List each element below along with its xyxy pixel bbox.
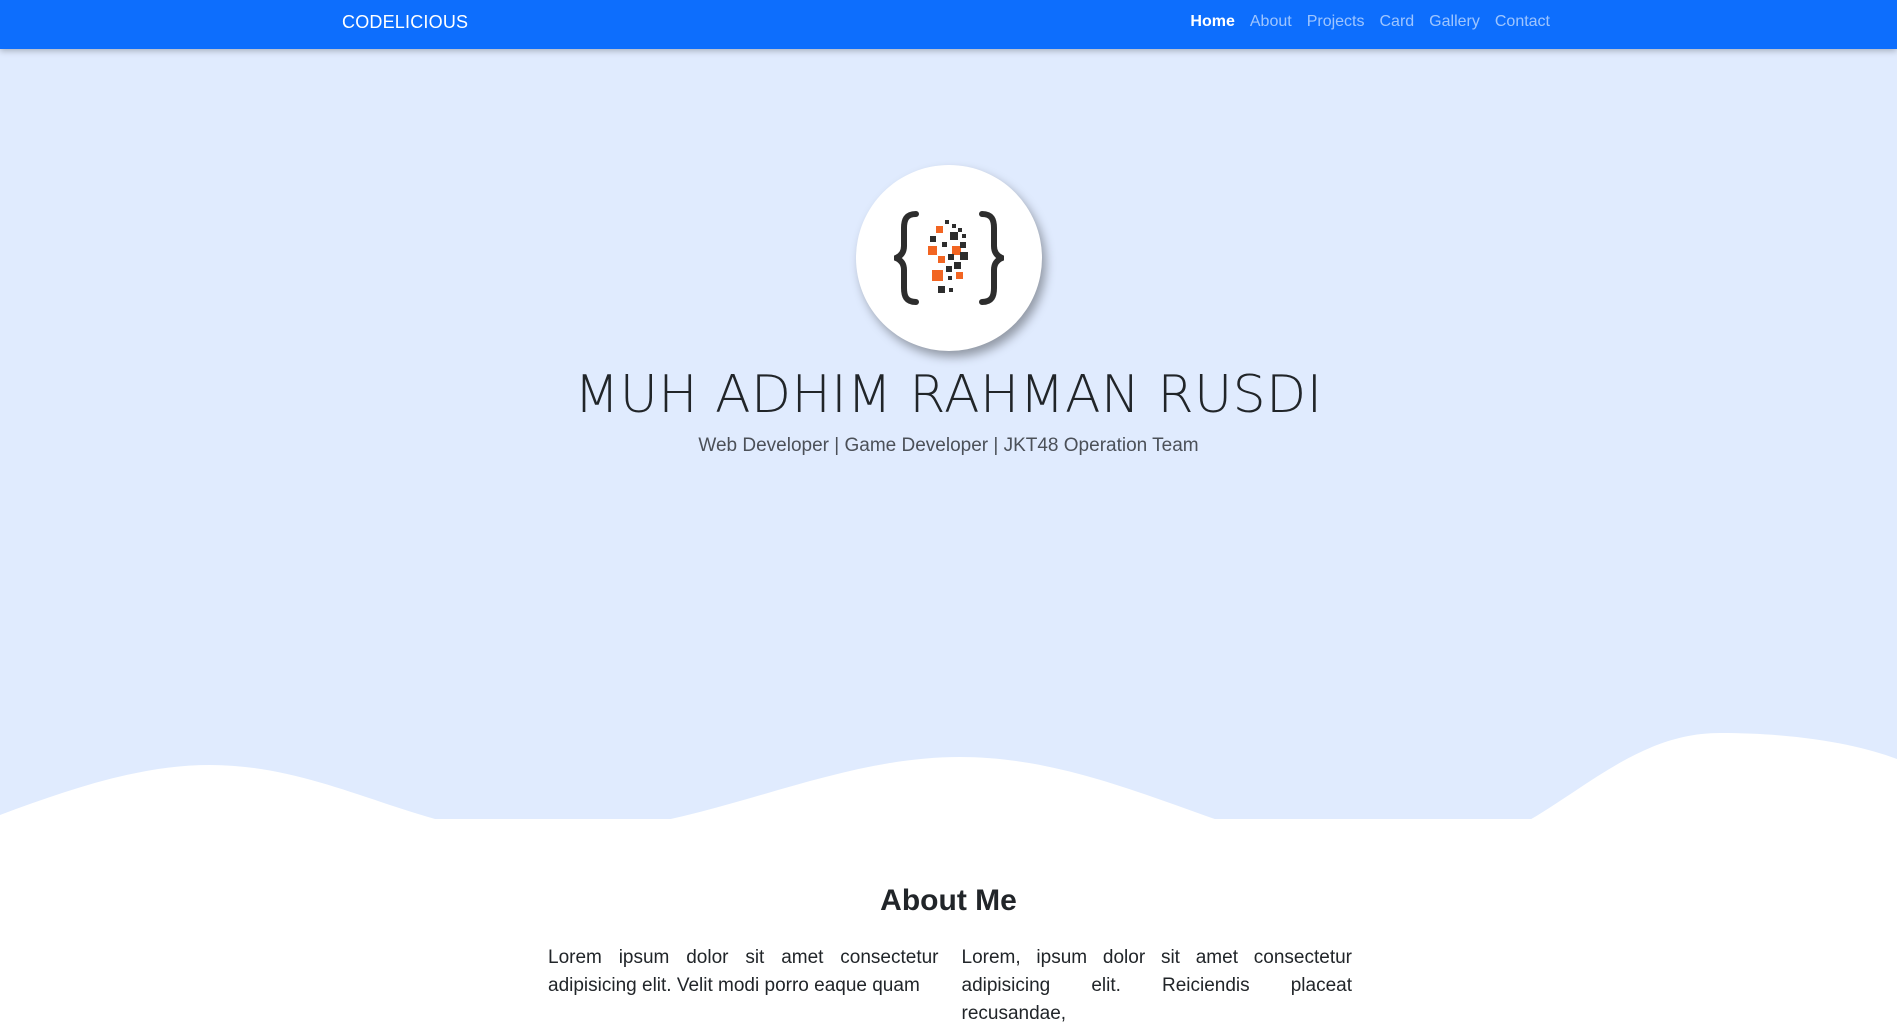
- avatar: [856, 165, 1042, 351]
- about-paragraph-right: Lorem, ipsum dolor sit amet consectetur …: [961, 947, 1353, 1024]
- hero-wave-divider: [0, 733, 1897, 909]
- nav-link-about[interactable]: About: [1250, 13, 1292, 31]
- about-section-title: About Me: [880, 884, 1017, 917]
- about-columns: Lorem ipsum dolor sit amet consectetur a…: [548, 944, 1352, 1028]
- nav-link-gallery[interactable]: Gallery: [1429, 13, 1480, 31]
- hero-section: MUH ADHIM RAHMAN RUSDI Web Developer | G…: [0, 49, 1897, 909]
- hero-tagline: Web Developer | Game Developer | JKT48 O…: [698, 435, 1199, 456]
- navbar: CODELICIOUS Home About Projects Card Gal…: [0, 0, 1897, 49]
- nav-link-contact[interactable]: Contact: [1495, 13, 1550, 31]
- about-paragraph-left: Lorem ipsum dolor sit amet consectetur a…: [548, 947, 939, 996]
- nav-link-home[interactable]: Home: [1190, 13, 1234, 31]
- nav-links: Home About Projects Card Gallery Contact: [1190, 13, 1550, 31]
- code-braces-logo-icon: [894, 211, 1004, 305]
- brand-logo-link[interactable]: CODELICIOUS: [342, 12, 468, 33]
- hero-name-heading: MUH ADHIM RAHMAN RUSDI: [574, 365, 1323, 425]
- nav-link-projects[interactable]: Projects: [1307, 13, 1365, 31]
- nav-link-card[interactable]: Card: [1379, 13, 1414, 31]
